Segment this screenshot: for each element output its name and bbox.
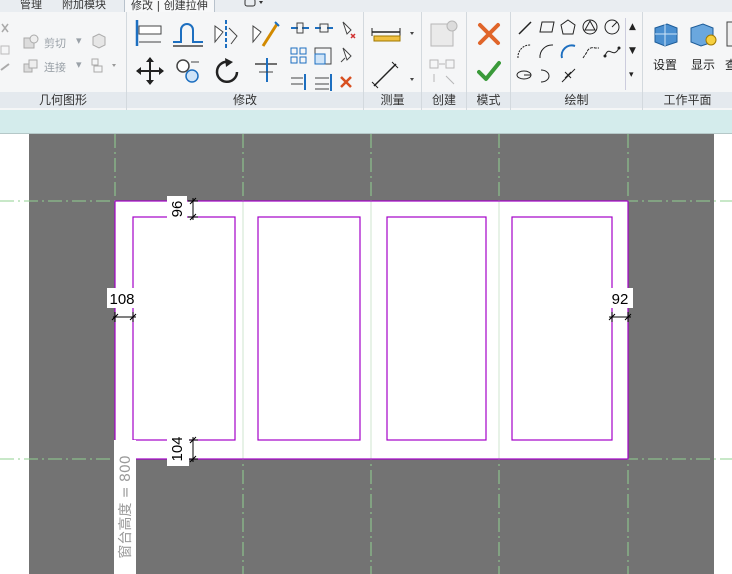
scale-icon [314,47,332,65]
show-workplane-button[interactable]: 显示 [685,20,721,76]
chevron-down-icon: ▾ [76,34,82,47]
cut-geometry-icon [23,34,39,49]
split-face-icon[interactable] [90,56,120,74]
draw-gallery-scrollbar[interactable]: ▲ ▼ ▾ [625,18,640,90]
panel-label-geometry: 几何图形 [0,92,126,108]
tab-manage[interactable]: 管理 [20,0,42,12]
mirror-draw-axis-icon[interactable] [249,18,281,50]
panel-measure: 测量 [364,12,422,110]
panel-modify: 修改 [127,12,364,110]
panel-label-measure: 测量 [364,92,421,108]
tangent-arc-icon [560,44,576,59]
geometry-partial-icons [0,23,10,71]
delete-icon [340,76,352,88]
fillet-arc-icon [582,47,599,59]
panel-workplane: 设置 显示 查 工作平面 [643,12,732,110]
cancel-edit-mode-icon[interactable] [477,22,501,46]
gallery-expand-icon[interactable]: ▾ [629,70,634,80]
chevron-down-icon: ▾ [76,58,82,71]
aligned-dimension-icon[interactable] [370,60,418,90]
inscribed-polygon-icon [582,19,598,35]
create-similar-icon[interactable] [428,58,460,88]
panel-draw: ▲ ▼ ▾ 绘制 [511,12,643,110]
measure-distance-icon[interactable] [370,22,418,46]
set-label: 设置 [653,58,678,72]
draw-tools-gallery[interactable] [515,18,627,88]
modify-small-tools [290,21,356,91]
pick-lines-icon [561,68,576,83]
polygon-icon [560,19,576,35]
ribbon-tab-strip: 管理 附加模块 修改 | 创建拉伸 [0,0,732,13]
rotate-icon[interactable] [211,56,243,88]
drawing-canvas[interactable]: 96 108 92 104 窗台高度 = 800 [0,134,732,574]
canvas-svg[interactable]: 96 108 92 104 窗台高度 = 800 [0,134,732,574]
create-component-icon[interactable] [428,18,460,50]
panel-mode: 模式 [467,12,511,110]
join-label: 连接 [44,61,66,74]
cut-geometry-button[interactable]: 剪切 ▾ [22,34,92,50]
sill-height-parameter[interactable]: 窗台高度 = 800 [114,440,136,574]
panel-label-modify: 修改 [127,92,363,108]
set-workplane-button[interactable]: 设置 [647,20,683,76]
rectangle-icon [539,21,555,33]
trim-extend-corner-icon [315,74,332,91]
mirror-pick-axis-icon[interactable] [211,18,241,50]
ellipse-icon [516,70,532,80]
view-right-margin [714,134,732,574]
panel-geometry: 剪切 ▾ 连接 ▾ 几何图形 [0,12,127,110]
dim-bottom-label[interactable]: 104 [169,436,186,461]
panel-label-mode: 模式 [467,92,510,108]
quick-access-dropdown[interactable] [242,0,268,12]
move-icon[interactable] [135,56,165,86]
arc-start-end-icon [517,44,532,59]
cut-label: 剪切 [44,37,66,50]
split-element-icon [291,22,309,34]
spline-icon [603,46,621,58]
dimension-top[interactable]: 96 [167,196,198,222]
pin-icon [340,47,352,63]
copy-icon[interactable] [173,56,203,86]
panel-label-create: 创建 [422,92,466,108]
align-icon[interactable] [133,18,165,48]
dimension-right[interactable]: 92 [607,288,633,322]
offset-icon[interactable] [171,20,205,48]
finish-edit-mode-icon[interactable] [477,60,501,82]
quick-access-icon [244,0,263,7]
dim-right-label[interactable]: 92 [612,291,629,308]
sill-param-label[interactable]: 窗台高度 = 800 [117,455,134,558]
split-with-gap-icon [315,23,333,33]
cope-icon[interactable] [90,32,108,50]
arc-center-icon [539,44,554,59]
line-icon [518,21,532,35]
tab-addins[interactable]: 附加模块 [62,0,106,12]
show-label: 显示 [691,58,716,72]
scroll-up-icon[interactable]: ▲ [629,22,636,32]
partial-ellipse-icon [540,69,550,83]
panel-create: 创建 [422,12,467,110]
unpin-icon [342,21,356,39]
ref-label: 查 [725,58,732,72]
ref-plane-icon [726,21,732,47]
join-geometry-icon [23,59,38,73]
ribbon: 剪切 ▾ 连接 ▾ 几何图形 修改 测量 创建 模式 ▲ ▼ ▾ 绘制 设置 显… [0,12,732,111]
dim-top-label[interactable]: 96 [169,201,186,218]
circle-icon [604,19,620,35]
trim-extend-single-icon[interactable] [251,54,281,86]
array-icon [290,47,307,64]
ref-plane-button[interactable]: 查 [723,20,732,76]
panel-label-workplane: 工作平面 [643,92,732,108]
panel-label-draw: 绘制 [511,92,642,108]
dim-left-label[interactable]: 108 [109,291,134,308]
trim-extend-multiple-icon [291,74,306,90]
set-workplane-icon [654,23,678,47]
show-workplane-icon [690,23,717,47]
options-bar [0,110,732,134]
scroll-down-icon[interactable]: ▼ [629,46,636,56]
join-geometry-button[interactable]: 连接 ▾ [22,58,92,74]
